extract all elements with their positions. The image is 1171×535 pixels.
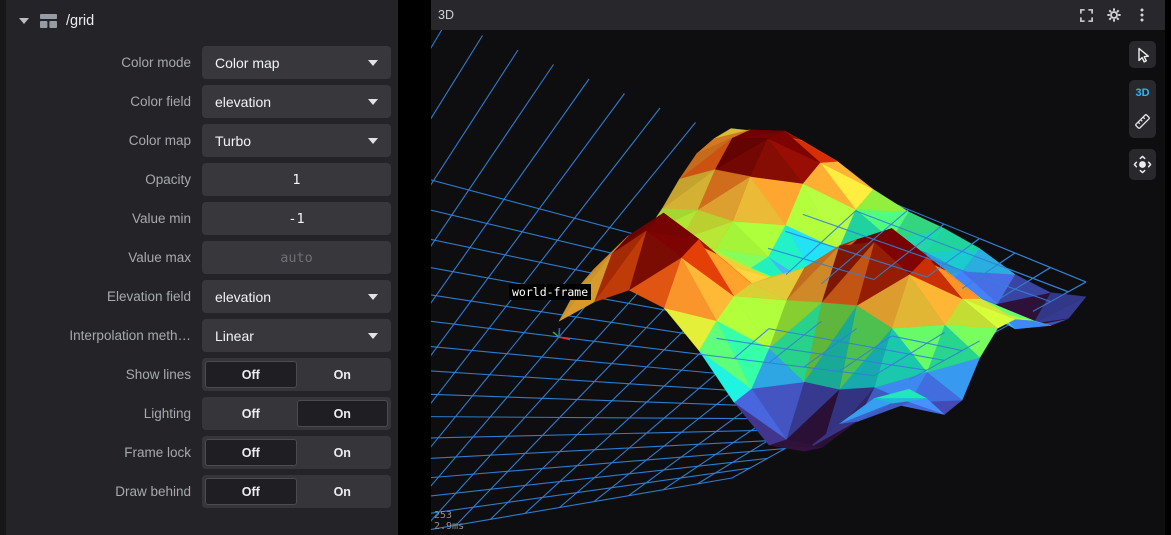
frame-lock-option-off-selected[interactable]: Off [205,439,297,466]
settings-row-show-lines: Show lines Off On [6,358,398,391]
value-min-value: -1 [288,210,305,227]
pan-camera-button[interactable] [1129,149,1156,180]
show-lines-label: Show lines [125,367,191,382]
chevron-down-icon [368,137,378,144]
settings-row-value-min: Value min -1 [6,202,398,235]
topic-header[interactable]: /grid [6,0,398,42]
settings-sidebar: /grid Color mode Color map Color field elev… [0,0,398,535]
frame-time: 2.9ms [434,521,465,532]
render-stats: 253 2.9ms [434,510,464,532]
settings-rows: Color mode Color map Color field elevation C… [6,42,398,508]
settings-row-frame-lock: Frame lock Off On [6,436,398,469]
chevron-down-icon [368,98,378,105]
settings-row-color-field: Color field elevation [6,85,398,118]
value-max-placeholder: auto [280,249,313,266]
elevation-field-label: Elevation field [106,289,191,304]
settings-row-lighting: Lighting Off On [6,397,398,430]
interpolation-method-dropdown[interactable]: Linear [202,319,391,352]
panel-3d-header: 3D [431,0,1165,30]
topic-title: /grid [66,13,95,29]
settings-gear-icon[interactable] [1103,4,1125,26]
value-max-label: Value max [128,250,191,265]
opacity-label: Opacity [145,172,191,187]
lighting-option-on-selected[interactable]: On [296,400,388,427]
value-min-label: Value min [131,211,191,226]
lighting-label: Lighting [143,406,191,421]
frame-label: world-frame [509,284,592,300]
settings-row-elevation-field: Elevation field elevation [6,280,398,313]
render-count: 253 [434,510,453,521]
grid-topic-icon [40,14,57,28]
chevron-down-icon [368,332,378,339]
lighting-option-off[interactable]: Off [205,400,297,427]
elevation-field-value: elevation [215,288,272,305]
opacity-value: 1 [292,171,301,188]
panel-title: 3D [438,8,454,22]
elevation-field-dropdown[interactable]: elevation [202,280,391,313]
settings-row-color-mode: Color mode Color map [6,46,398,79]
show-lines-option-off-selected[interactable]: Off [205,361,297,388]
color-map-value: Turbo [215,132,252,149]
fullscreen-icon[interactable] [1075,4,1097,26]
color-field-dropdown[interactable]: elevation [202,85,391,118]
draw-behind-option-off-selected[interactable]: Off [205,478,297,505]
settings-row-value-max: Value max auto [6,241,398,274]
select-pointer-button[interactable] [1129,41,1156,68]
frame-lock-option-on[interactable]: On [297,439,389,466]
panel-3d: 3D world-frame 253 2.9ms 3D [431,0,1165,535]
interpolation-method-value: Linear [215,327,254,344]
3d-viewport[interactable]: world-frame 253 2.9ms 3D [431,30,1165,535]
opacity-input[interactable]: 1 [202,163,391,196]
color-map-dropdown[interactable]: Turbo [202,124,391,157]
show-lines-option-on[interactable]: On [297,361,389,388]
chevron-down-icon [368,293,378,300]
lighting-toggle[interactable]: Off On [202,397,391,430]
app-window: /grid Color mode Color map Color field elev… [0,0,1171,535]
frame-lock-toggle[interactable]: Off On [202,436,391,469]
more-kebab-icon[interactable] [1131,4,1153,26]
panel-divider[interactable] [398,0,431,535]
camera-3d-mode-button[interactable]: 3D [1135,87,1149,99]
color-mode-value: Color map [215,54,280,71]
value-min-input[interactable]: -1 [202,202,391,235]
draw-behind-option-on[interactable]: On [297,478,389,505]
draw-behind-toggle[interactable]: Off On [202,475,391,508]
measure-ruler-icon[interactable] [1133,112,1152,131]
color-map-label: Color map [128,133,191,148]
settings-row-color-map: Color map Turbo [6,124,398,157]
settings-row-opacity: Opacity 1 [6,163,398,196]
chevron-down-icon [368,59,378,66]
3d-scene-canvas[interactable] [431,30,1165,535]
show-lines-toggle[interactable]: Off On [202,358,391,391]
expand-caret-icon[interactable] [19,18,29,24]
draw-behind-label: Draw behind [115,484,191,499]
frame-lock-label: Frame lock [124,445,191,460]
viewport-toolbar: 3D [1129,41,1156,180]
interpolation-method-label: Interpolation meth… [69,328,191,343]
color-mode-dropdown[interactable]: Color map [202,46,391,79]
camera-tools-group: 3D [1129,80,1156,138]
settings-row-draw-behind: Draw behind Off On [6,475,398,508]
value-max-input[interactable]: auto [202,241,391,274]
color-mode-label: Color mode [121,55,191,70]
color-field-label: Color field [130,94,191,109]
color-field-value: elevation [215,93,272,110]
settings-row-interpolation-method: Interpolation meth… Linear [6,319,398,352]
